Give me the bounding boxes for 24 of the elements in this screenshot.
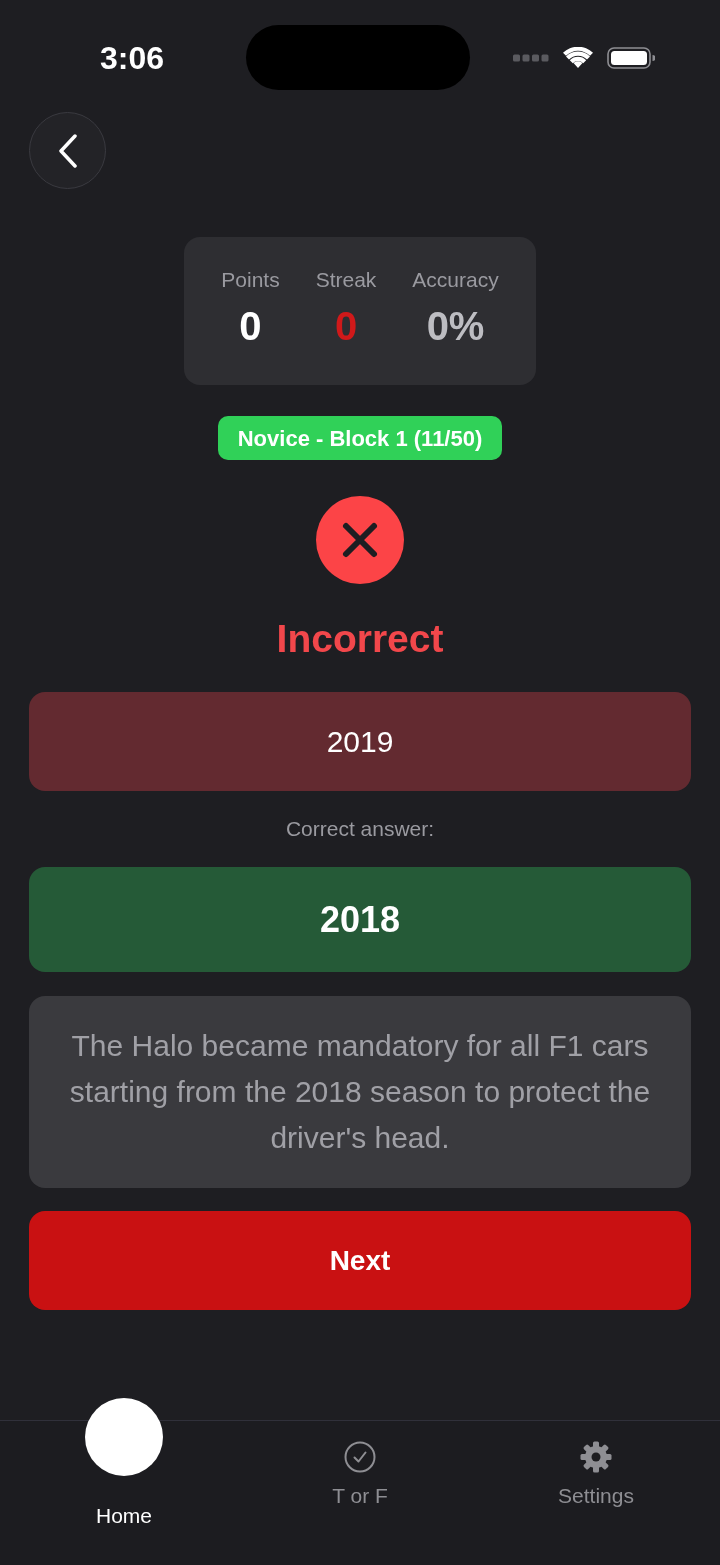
tab-button[interactable]: Settings xyxy=(480,1398,720,1508)
chevron-left-icon xyxy=(57,133,78,168)
wifi-icon xyxy=(563,46,593,69)
stat-value: 0 xyxy=(334,303,358,349)
level-badge: Novice - Block 1 (11/50) xyxy=(217,416,503,460)
status-time: 3:06 xyxy=(99,38,164,78)
stat-label: Streak xyxy=(315,267,377,293)
battery-icon xyxy=(607,46,655,69)
correct-answer-label: Correct answer: xyxy=(285,816,435,842)
answer-option[interactable]: 2019 xyxy=(29,692,691,791)
stat-value: 0 xyxy=(239,303,262,349)
gear-icon xyxy=(580,1441,612,1473)
result-title: Incorrect xyxy=(276,616,444,662)
explanation-text: The Halo became mandatory for all F1 cars starting from the 2018 season to protect the driver's head. xyxy=(68,1028,652,1156)
stat-label: Points xyxy=(221,267,280,293)
cross-icon xyxy=(316,496,404,584)
correct-answer: 2018 xyxy=(29,867,691,972)
stat-value: 0% xyxy=(426,303,485,349)
tab-button[interactable]: T or F xyxy=(240,1398,480,1508)
next-button[interactable]: Next xyxy=(29,1211,691,1310)
tab-button[interactable]: Home xyxy=(0,1398,240,1528)
stat-label: Accuracy xyxy=(412,267,499,293)
signal-icon xyxy=(513,53,549,62)
check-circle-icon xyxy=(344,1441,376,1473)
